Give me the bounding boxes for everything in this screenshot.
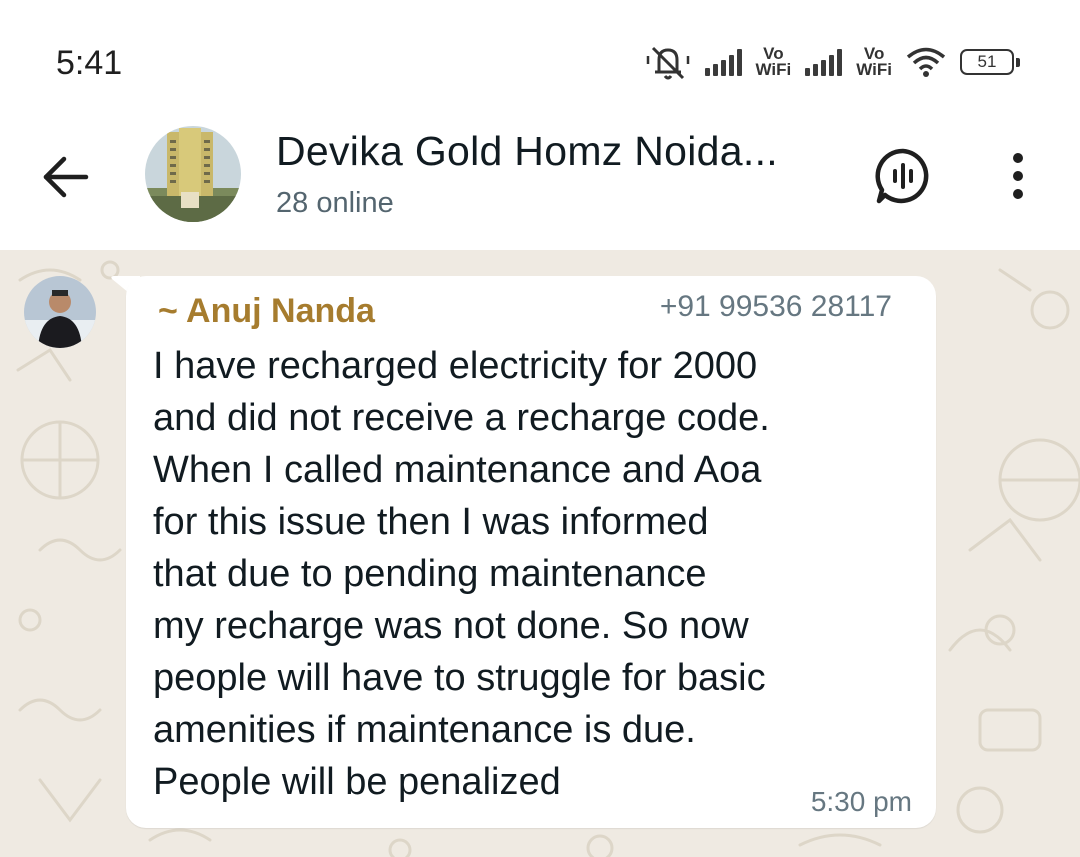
group-avatar[interactable]: [145, 126, 241, 222]
signal-sim1-icon: [704, 48, 742, 76]
message-bubble[interactable]: ~ Anuj Nanda +91 99536 28117 I have rech…: [126, 276, 936, 828]
group-title[interactable]: Devika Gold Homz Noida...: [276, 128, 778, 175]
status-icons: Vo WiFi Vo WiFi 51: [645, 40, 1020, 84]
vowifi-sim2-label: Vo WiFi: [856, 44, 892, 79]
more-vertical-icon[interactable]: [1000, 146, 1036, 206]
message-text: I have recharged electricity for 2000 an…: [153, 345, 770, 803]
sender-avatar[interactable]: [24, 276, 96, 348]
chat-area[interactable]: ~ Anuj Nanda +91 99536 28117 I have rech…: [0, 250, 1080, 857]
status-time: 5:41: [56, 44, 123, 82]
voice-chat-icon[interactable]: [873, 146, 933, 206]
chat-header: Devika Gold Homz Noida... 28 online: [0, 120, 1080, 250]
online-count: 28 online: [276, 187, 394, 219]
vowifi-sim1-label: Vo WiFi: [755, 44, 792, 79]
sender-name[interactable]: ~ Anuj Nanda: [158, 292, 375, 331]
battery-indicator: 51: [960, 49, 1020, 75]
status-bar: 5:41 Vo WiFi Vo WiFi 51: [0, 0, 1080, 120]
signal-sim2-icon: [805, 48, 843, 76]
message-timestamp: 5:30 pm: [810, 786, 912, 817]
mute-bell-icon: [646, 46, 689, 80]
wifi-icon: [906, 47, 946, 77]
sender-phone[interactable]: +91 99536 28117: [660, 290, 892, 324]
back-arrow-icon[interactable]: [36, 148, 94, 206]
